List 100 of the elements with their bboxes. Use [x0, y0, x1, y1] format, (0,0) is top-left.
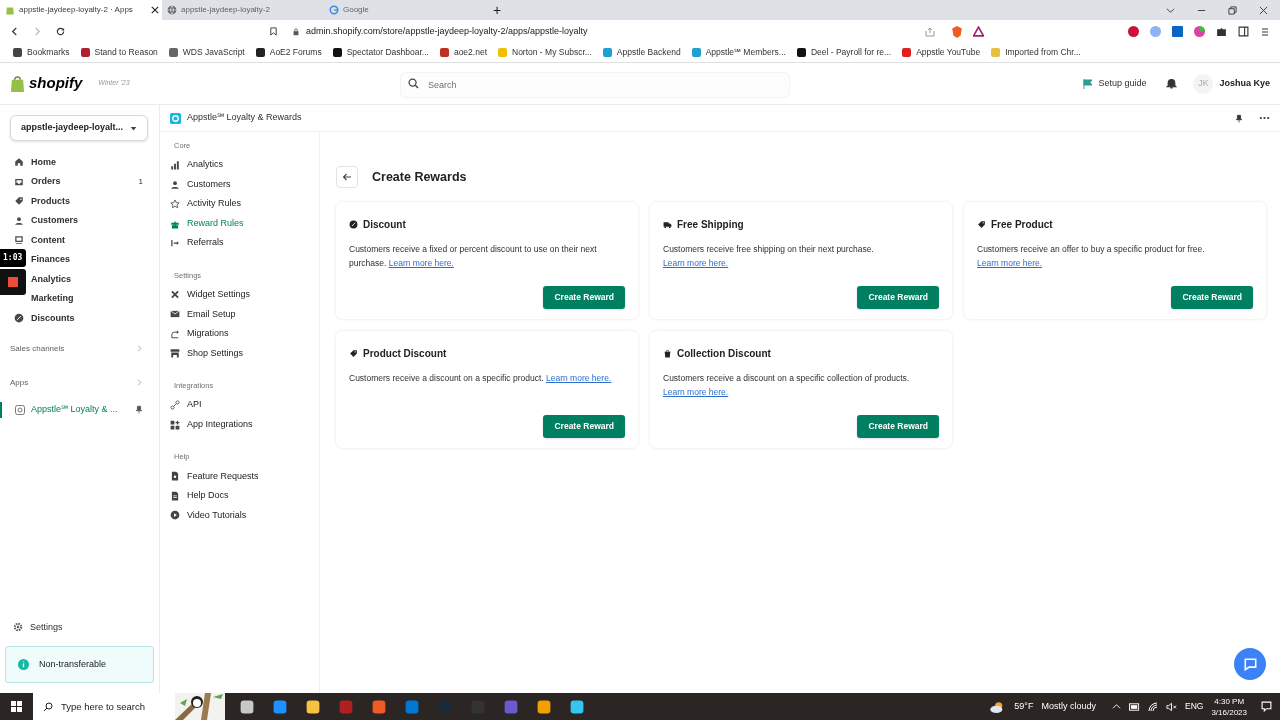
app-menu-item[interactable]: App Integrations: [170, 414, 319, 435]
more-icon[interactable]: [1259, 116, 1270, 120]
bag-icon: [663, 349, 672, 358]
app-menu-item[interactable]: Help Docs: [170, 486, 319, 506]
wifi-icon[interactable]: [1148, 701, 1158, 712]
app-menu-item[interactable]: Customers: [170, 174, 319, 195]
color-wheel-icon[interactable]: [1194, 26, 1205, 37]
bookmark-link[interactable]: WDS JavaScript: [168, 46, 245, 59]
learn-more-link[interactable]: Learn more here.: [388, 257, 454, 268]
app-logo-icon: [170, 112, 181, 124]
muted-speaker-icon[interactable]: [1166, 701, 1177, 712]
learn-more-link[interactable]: Learn more here.: [663, 386, 729, 397]
app-menu-item[interactable]: API: [170, 395, 319, 415]
section-header[interactable]: Apps: [10, 376, 149, 389]
card-description: Customers receive a discount on a specific collection of products. Learn more here.: [663, 372, 911, 399]
setup-guide-button[interactable]: Setup guide: [1083, 76, 1147, 91]
bookmark-link[interactable]: Appstle Backend: [602, 46, 681, 59]
bookmark-link[interactable]: Spectator Dashboar...: [332, 46, 429, 59]
app-menu-item[interactable]: Activity Rules: [170, 194, 319, 214]
nav-item[interactable]: Products: [31, 194, 149, 208]
battery-icon[interactable]: [1129, 702, 1140, 711]
bookmark-link[interactable]: Bookmarks: [13, 46, 70, 59]
back-icon[interactable]: [10, 27, 19, 36]
learn-more-link[interactable]: Learn more here.: [977, 257, 1043, 268]
reload-icon[interactable]: [56, 27, 65, 36]
nav-item[interactable]: Analytics: [31, 272, 149, 286]
learn-more-link[interactable]: Learn more here.: [663, 257, 729, 268]
app-menu-item[interactable]: Shop Settings: [170, 343, 319, 363]
shopify-logo[interactable]: shopify: [29, 72, 83, 95]
chat-button[interactable]: [1234, 648, 1266, 680]
bookmark-link[interactable]: AoE2 Forums: [255, 46, 322, 59]
app-menu-item[interactable]: Reward Rules: [170, 213, 319, 234]
app-menu-item[interactable]: Email Setup: [170, 304, 319, 324]
bookmark-icon[interactable]: [269, 27, 278, 36]
nav-item[interactable]: Content: [31, 233, 149, 247]
card-title: Free Shipping: [677, 218, 744, 232]
create-reward-button[interactable]: Create Reward: [543, 415, 625, 438]
app-menu-item[interactable]: Feature Requests: [170, 466, 319, 486]
chevron-right-icon: [136, 345, 143, 352]
bookmark-link[interactable]: Appstle YouTube: [902, 46, 981, 59]
triangle-icon[interactable]: [973, 26, 984, 37]
menu-icon[interactable]: [1260, 26, 1270, 37]
create-reward-button[interactable]: Create Reward: [1171, 286, 1253, 309]
close-icon[interactable]: [1259, 5, 1268, 15]
card-description: Customers receive a discount on a specific product. Learn more here.: [349, 372, 613, 385]
create-reward-button[interactable]: Create Reward: [857, 286, 939, 309]
settings-link[interactable]: Settings: [5, 620, 149, 634]
pin-icon[interactable]: [1235, 113, 1243, 123]
google-icon: [329, 5, 339, 15]
create-reward-button[interactable]: Create Reward: [543, 286, 625, 309]
share-icon[interactable]: [925, 26, 935, 37]
app-menu-item[interactable]: Analytics: [170, 155, 319, 175]
section-header[interactable]: Sales channels: [10, 342, 149, 355]
search-field[interactable]: Search: [400, 71, 790, 98]
tab-title: appstle-jaydeep-loyalty-2: [181, 4, 270, 16]
chevron-down-icon[interactable]: [1166, 5, 1175, 15]
store-selector[interactable]: appstle-jaydeep-loyalt...: [10, 115, 148, 141]
bookmark-link[interactable]: Appstle℠ Members...: [691, 46, 786, 59]
app-menu-item[interactable]: Migrations: [170, 324, 319, 344]
shopping-bag-icon: [5, 5, 15, 15]
nav-item[interactable]: Orders: [31, 175, 132, 189]
close-icon[interactable]: [151, 6, 159, 14]
bookmark-link[interactable]: Deel - Payroll for re...: [796, 46, 892, 59]
app-menu-item[interactable]: Referrals: [170, 233, 319, 253]
stop-recording-button[interactable]: [0, 269, 26, 295]
app-menu-item[interactable]: Video Tutorials: [170, 505, 319, 525]
app-nav-item[interactable]: Appstle℠ Loyalty & ...: [10, 400, 149, 419]
bookmark-link[interactable]: aoe2.net: [439, 46, 487, 59]
windows-start-icon[interactable]: [11, 701, 22, 712]
pin-icon[interactable]: [135, 405, 143, 414]
nav-item[interactable]: Marketing: [31, 292, 149, 306]
nav-item[interactable]: Discounts: [31, 311, 149, 325]
nav-item[interactable]: Finances: [31, 253, 149, 267]
restore-icon[interactable]: [1228, 5, 1237, 15]
new-tab-button[interactable]: +: [487, 0, 507, 20]
create-reward-button[interactable]: Create Reward: [857, 415, 939, 438]
language-indicator[interactable]: ENG: [1185, 700, 1204, 713]
sidebar-icon[interactable]: [1238, 26, 1249, 37]
learn-more-link[interactable]: Learn more here.: [546, 373, 612, 383]
bookmark-link[interactable]: Imported from Chr...: [991, 46, 1081, 59]
bell-icon[interactable]: [1166, 78, 1178, 89]
tab-title: appstle-jaydeep-loyalty-2 · Apps: [19, 4, 133, 16]
clock-date[interactable]: 3/16/2023: [1211, 706, 1247, 718]
nav-item[interactable]: Home: [31, 155, 149, 169]
back-button[interactable]: [336, 166, 358, 188]
bookmark-link[interactable]: Norton - My Subscr...: [498, 46, 592, 59]
bookmark-link[interactable]: Stand to Reason: [80, 46, 158, 59]
address-field[interactable]: admin.shopify.com/store/appstle-jaydeep-loyalty-2/apps/appstle-loyalty: [292, 24, 911, 39]
clock-time[interactable]: 4:30 PM: [1214, 695, 1245, 707]
flag-icon: [1083, 78, 1094, 89]
app-menu-item[interactable]: Widget Settings: [170, 285, 319, 305]
browser-tab[interactable]: appstle-jaydeep-loyalty-2 · Apps: [0, 0, 162, 20]
browser-tab[interactable]: appstle-jaydeep-loyalty-2: [162, 0, 324, 20]
discount-icon: [349, 220, 358, 229]
browser-tab[interactable]: Google: [324, 0, 486, 20]
nav-item[interactable]: Customers: [31, 214, 149, 228]
chevron-up-icon[interactable]: [1112, 702, 1121, 711]
search-icon: [43, 701, 53, 712]
notification-icon[interactable]: [1261, 701, 1272, 712]
taskbar-search-field[interactable]: Type here to search: [33, 693, 175, 720]
